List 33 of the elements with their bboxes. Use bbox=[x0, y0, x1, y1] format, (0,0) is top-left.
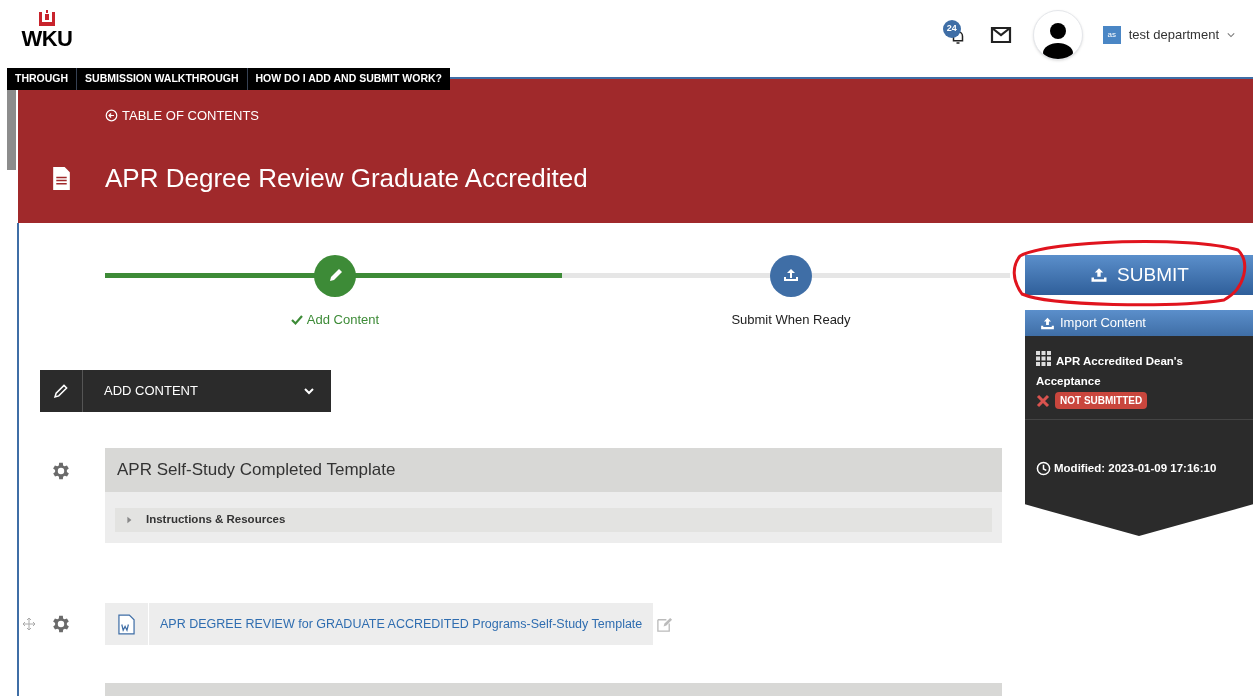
add-content-dropdown[interactable]: ADD CONTENT bbox=[40, 370, 331, 412]
nav-tab[interactable]: THROUGH bbox=[7, 68, 77, 90]
modified-date: Modified: 2023-01-09 17:16:10 bbox=[1054, 461, 1217, 476]
avatar-silhouette[interactable] bbox=[1032, 10, 1083, 60]
word-document-icon bbox=[118, 613, 135, 635]
gear-icon[interactable] bbox=[50, 460, 72, 482]
user-initials-badge: as bbox=[1102, 26, 1121, 44]
logo[interactable]: WKU bbox=[18, 8, 76, 50]
status-badge: NOT SUBMITTED bbox=[1055, 392, 1148, 409]
table-of-contents-link[interactable]: TABLE OF CONTENTS bbox=[122, 106, 259, 126]
logo-tower-icon bbox=[37, 8, 57, 28]
gear-icon[interactable] bbox=[50, 613, 72, 635]
caret-icon bbox=[125, 516, 133, 524]
requirement-title[interactable]: APR Accredited Dean's Acceptance bbox=[1036, 351, 1216, 391]
caret-icon[interactable] bbox=[1227, 31, 1235, 39]
document-link[interactable]: APR DEGREE REVIEW for GRADUATE ACCREDITED Programs-Self-Study Template bbox=[149, 614, 654, 634]
user-name[interactable]: test department bbox=[1128, 25, 1219, 45]
grid-icon bbox=[1036, 351, 1051, 366]
submit-button[interactable]: SUBMIT bbox=[1025, 255, 1253, 295]
close-x-icon bbox=[1036, 393, 1050, 408]
notification-count: 24 bbox=[942, 20, 961, 38]
page-title: APR Degree Review Graduate Accredited bbox=[105, 165, 588, 191]
section-title: APR Self-Study Completed Template bbox=[117, 459, 396, 482]
import-content-button[interactable]: Import Content bbox=[1025, 310, 1253, 336]
scrollbar[interactable] bbox=[7, 90, 16, 170]
pencil-icon bbox=[52, 382, 70, 400]
step-label: Add Content bbox=[306, 311, 380, 329]
clock-icon bbox=[1036, 461, 1051, 477]
document-icon bbox=[51, 166, 72, 191]
chevron-down-icon bbox=[303, 385, 315, 397]
accordion-row[interactable]: Instructions & Resources bbox=[115, 508, 992, 532]
step-label: Submit When Ready bbox=[731, 311, 851, 329]
check-icon bbox=[290, 313, 303, 326]
